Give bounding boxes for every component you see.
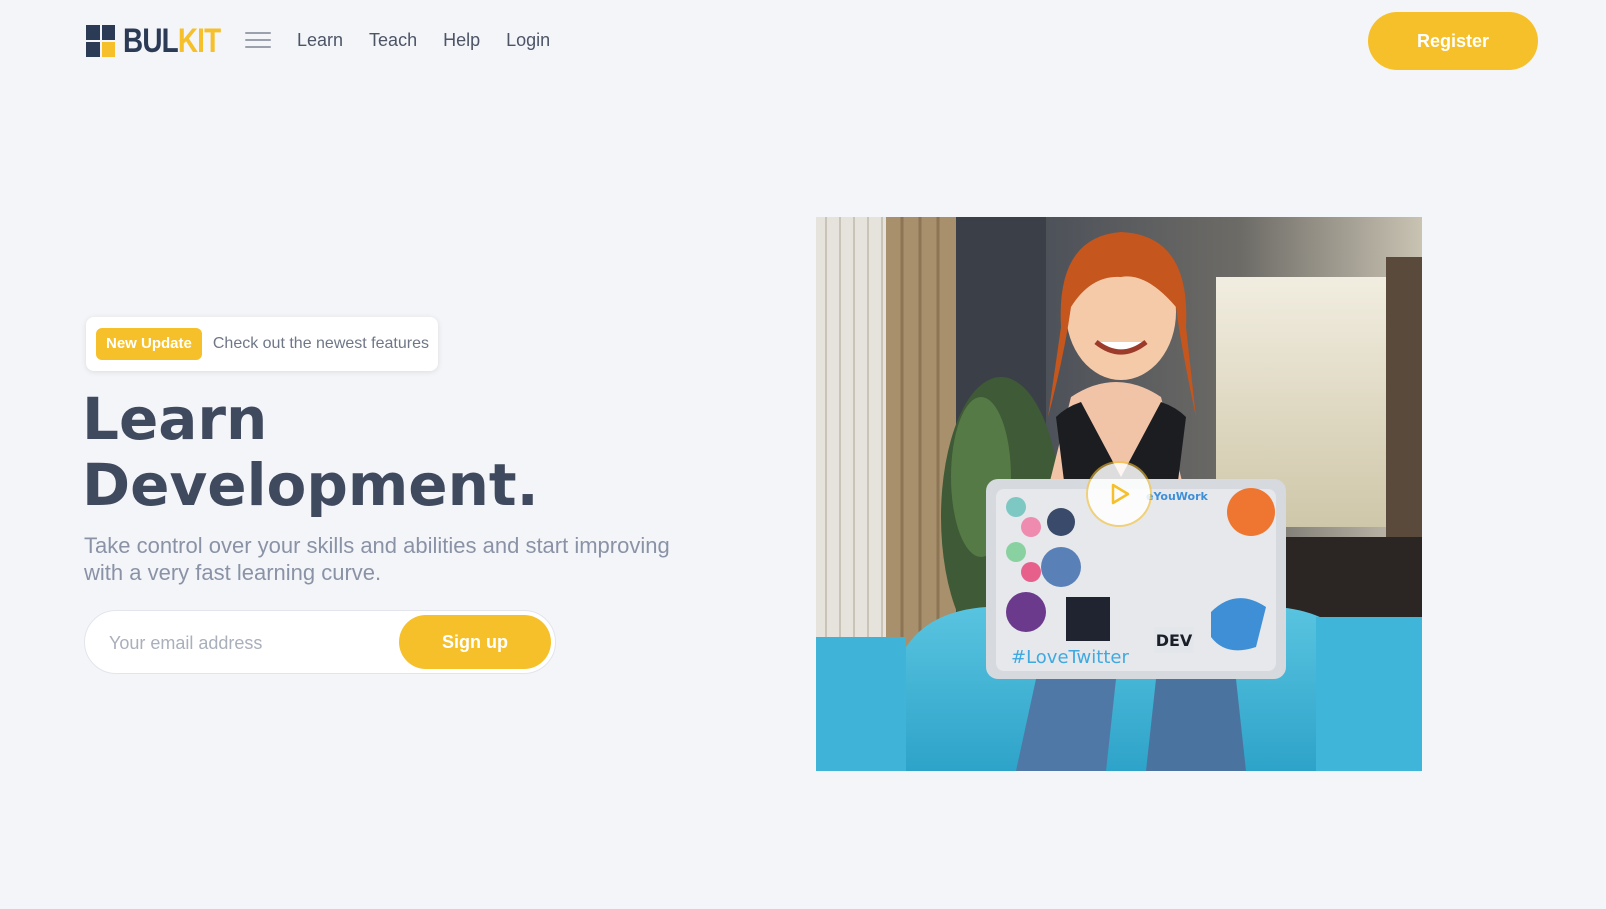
logo-wordmark: BULKIT (123, 22, 221, 60)
nav-item-teach[interactable]: Teach (369, 28, 417, 52)
hamburger-menu-icon[interactable] (245, 30, 271, 50)
update-notice[interactable]: New Update Check out the newest features (86, 317, 438, 371)
sign-up-button[interactable]: Sign up (399, 615, 551, 669)
sticker-hashtag-text: #LoveTwitter (1011, 647, 1129, 668)
logo-mark-icon (86, 25, 115, 57)
hero-video-thumbnail[interactable]: DEV #LoveTwitter eYouWork (816, 217, 1422, 771)
play-video-button[interactable] (1088, 463, 1150, 525)
nav-item-help[interactable]: Help (443, 28, 480, 52)
top-navbar: BULKIT Learn Teach Help Login Register (0, 0, 1606, 82)
play-icon (1111, 483, 1130, 505)
signup-form: Sign up (84, 610, 556, 674)
brand-logo[interactable]: BULKIT (86, 24, 242, 58)
email-input[interactable] (109, 629, 379, 657)
hero-title-line-2: Development. (82, 451, 539, 519)
hero-subtitle: Take control over your skills and abilit… (84, 533, 670, 585)
hero-title: Learn Development. (82, 386, 722, 518)
register-button[interactable]: Register (1368, 12, 1538, 70)
nav-item-learn[interactable]: Learn (297, 28, 343, 52)
nav-item-login[interactable]: Login (506, 28, 550, 52)
new-update-badge: New Update (96, 328, 202, 360)
update-notice-text: Check out the newest features (212, 335, 429, 352)
sticker-top-text: eYouWork (1146, 490, 1209, 503)
sticker-dev-text: DEV (1156, 631, 1193, 650)
main-nav: Learn Teach Help Login (297, 28, 550, 52)
hero-title-line-1: Learn (82, 385, 268, 453)
